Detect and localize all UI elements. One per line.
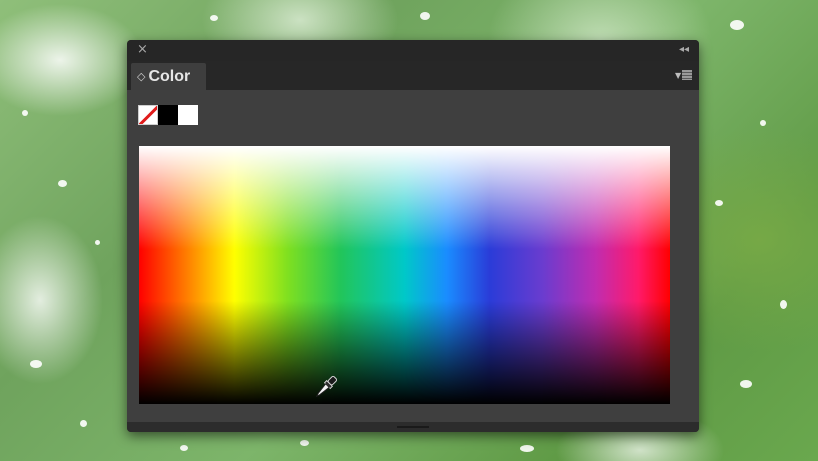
expand-collapse-arrows-icon[interactable]: ◇ bbox=[137, 70, 145, 83]
background-speck bbox=[180, 445, 188, 451]
background-speck bbox=[300, 440, 309, 446]
background-speck bbox=[420, 12, 430, 20]
background-speck bbox=[520, 445, 534, 452]
background-speck bbox=[30, 360, 42, 368]
background-speck bbox=[80, 420, 87, 427]
collapse-icon[interactable]: ◂◂ bbox=[679, 44, 689, 56]
panel-titlebar[interactable]: × ◂◂ bbox=[127, 40, 699, 61]
background-speck bbox=[715, 200, 723, 206]
background-speck bbox=[22, 110, 28, 116]
color-panel: × ◂◂ ◇ Color ▼ bbox=[127, 40, 699, 432]
background-speck bbox=[58, 180, 67, 187]
color-panel-body bbox=[127, 90, 699, 422]
panel-tabbar: ◇ Color ▼ bbox=[127, 61, 699, 90]
panel-bottom-bar bbox=[127, 422, 699, 432]
background-speck bbox=[730, 20, 744, 30]
background-speck bbox=[780, 300, 787, 309]
resize-grip[interactable] bbox=[397, 426, 429, 428]
swatch-row bbox=[138, 105, 198, 125]
background-speck bbox=[210, 15, 218, 21]
panel-menu-icon[interactable]: ▼ bbox=[675, 68, 693, 82]
menu-arrow-icon: ▼ bbox=[675, 70, 682, 80]
color-spectrum[interactable] bbox=[139, 146, 670, 404]
white-swatch[interactable] bbox=[178, 105, 198, 125]
background-speck bbox=[95, 240, 100, 245]
background-speck bbox=[760, 120, 766, 126]
black-swatch[interactable] bbox=[158, 105, 178, 125]
close-icon[interactable]: × bbox=[137, 43, 148, 57]
menu-lines-icon bbox=[682, 70, 693, 80]
tab-color[interactable]: ◇ Color bbox=[131, 63, 206, 90]
none-swatch[interactable] bbox=[138, 105, 158, 125]
tab-label: Color bbox=[148, 67, 191, 85]
eyedropper-icon bbox=[315, 376, 337, 398]
background-speck bbox=[740, 380, 752, 388]
